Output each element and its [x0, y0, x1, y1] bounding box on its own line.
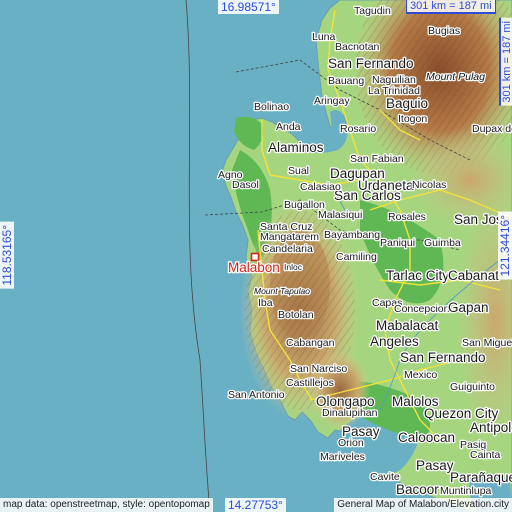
label-san-carlos: San Carlos	[334, 188, 401, 203]
label-san-fernando-pa: San Fernando	[400, 350, 486, 365]
label-antipolo: Antipolo	[470, 420, 512, 435]
label-mabalacat: Mabalacat	[376, 318, 439, 333]
attribution-map-data[interactable]: map data: openstreetmap, style: opentopo…	[0, 498, 213, 512]
label-san-fabian: San Fabian	[350, 153, 404, 165]
latitude-bottom-label: 14.27753°	[225, 498, 286, 512]
label-bolinao: Bolinao	[254, 101, 289, 113]
label-san-fernando-lu: San Fernando	[328, 56, 414, 71]
longitude-right-label: 121.34416°	[498, 212, 512, 280]
label-rosales: Rosales	[388, 211, 426, 223]
label-angeles: Angeles	[370, 334, 419, 349]
attribution-source[interactable]: General Map of Malabon/Elevation.city	[334, 498, 512, 512]
label-inloc: Inloc	[284, 262, 303, 272]
label-malabon: Malabon	[228, 260, 280, 275]
label-mexico: Mexico	[404, 369, 437, 381]
label-muntinlupa: Muntinlupa	[440, 485, 492, 497]
label-nicolas: Nicolas	[412, 179, 446, 191]
label-rosario: Rosario	[340, 123, 376, 135]
label-paniqui: Paniqui	[380, 237, 415, 249]
label-iba: Iba	[258, 297, 273, 309]
label-pasay: Pasay	[416, 458, 454, 473]
label-bayambang: Bayambang	[324, 229, 380, 241]
label-orion: Orion	[338, 437, 364, 449]
topographic-map[interactable]: Tagudin Luna Bacnotan San Fernando Nagui…	[0, 0, 512, 512]
label-bugias: Bugias	[428, 25, 460, 37]
label-luna: Luna	[312, 31, 336, 43]
label-dupax: Dupax del Sur	[472, 123, 512, 135]
label-camiling: Camiling	[336, 251, 377, 263]
label-castillejos: Castillejos	[286, 377, 334, 389]
label-cabanat: Cabanat	[448, 268, 499, 283]
label-mangatarem: Mangatarem	[260, 231, 319, 243]
label-mariveles: Mariveles	[320, 451, 365, 463]
label-gapan: Gapan	[448, 300, 489, 315]
longitude-left-label: 118.53165°	[0, 222, 14, 289]
label-candelaria: Candelaria	[262, 243, 313, 255]
label-tagudin: Tagudin	[354, 5, 391, 17]
label-san-narciso: San Narciso	[290, 363, 347, 375]
label-guiguinto: Guiguinto	[450, 381, 495, 393]
label-mount-tapulao: Mount Tapulao	[254, 286, 310, 296]
label-alaminos: Alaminos	[268, 140, 324, 155]
label-aringay: Aringay	[314, 95, 350, 107]
label-calasiao: Calasiao	[300, 181, 341, 193]
label-caloocan: Caloocan	[398, 430, 455, 445]
label-itogon: Itogon	[398, 113, 427, 125]
label-dinalupihan: Dinalupihan	[322, 407, 378, 419]
label-guimba: Guimba	[424, 237, 461, 249]
label-malasiqui: Malasiqui	[318, 209, 362, 221]
label-baguio: Baguio	[386, 96, 428, 111]
latitude-top-label: 16.98571°	[218, 0, 279, 14]
label-bauang: Bauang	[328, 75, 364, 87]
scale-bar-right: 301 km = 187 mi	[499, 18, 512, 106]
label-sual: Sual	[288, 165, 309, 177]
label-cabangan: Cabangan	[286, 337, 335, 349]
label-san-miguel: San Miguel	[462, 337, 512, 349]
label-bacnotan: Bacnotan	[335, 41, 380, 53]
label-dasol: Dasol	[232, 179, 259, 191]
label-concepcion: Concepcion	[394, 303, 450, 315]
label-botolan: Botolan	[278, 309, 314, 321]
label-la-trinidad: La Trinidad	[368, 85, 420, 97]
label-anda: Anda	[276, 121, 301, 133]
scale-bar-top: 301 km = 187 mi	[406, 0, 496, 14]
label-cainta: Cainta	[470, 449, 501, 461]
label-tarlac-city: Tarlac City	[386, 268, 449, 283]
label-bacoor: Bacoor	[396, 482, 439, 497]
label-quezon-city: Quezon City	[424, 406, 499, 421]
label-mount-pulag: Mount Pulag	[426, 71, 485, 83]
label-san-antonio: San Antonio	[228, 389, 285, 401]
label-paranaque: Parañaque	[450, 470, 512, 485]
